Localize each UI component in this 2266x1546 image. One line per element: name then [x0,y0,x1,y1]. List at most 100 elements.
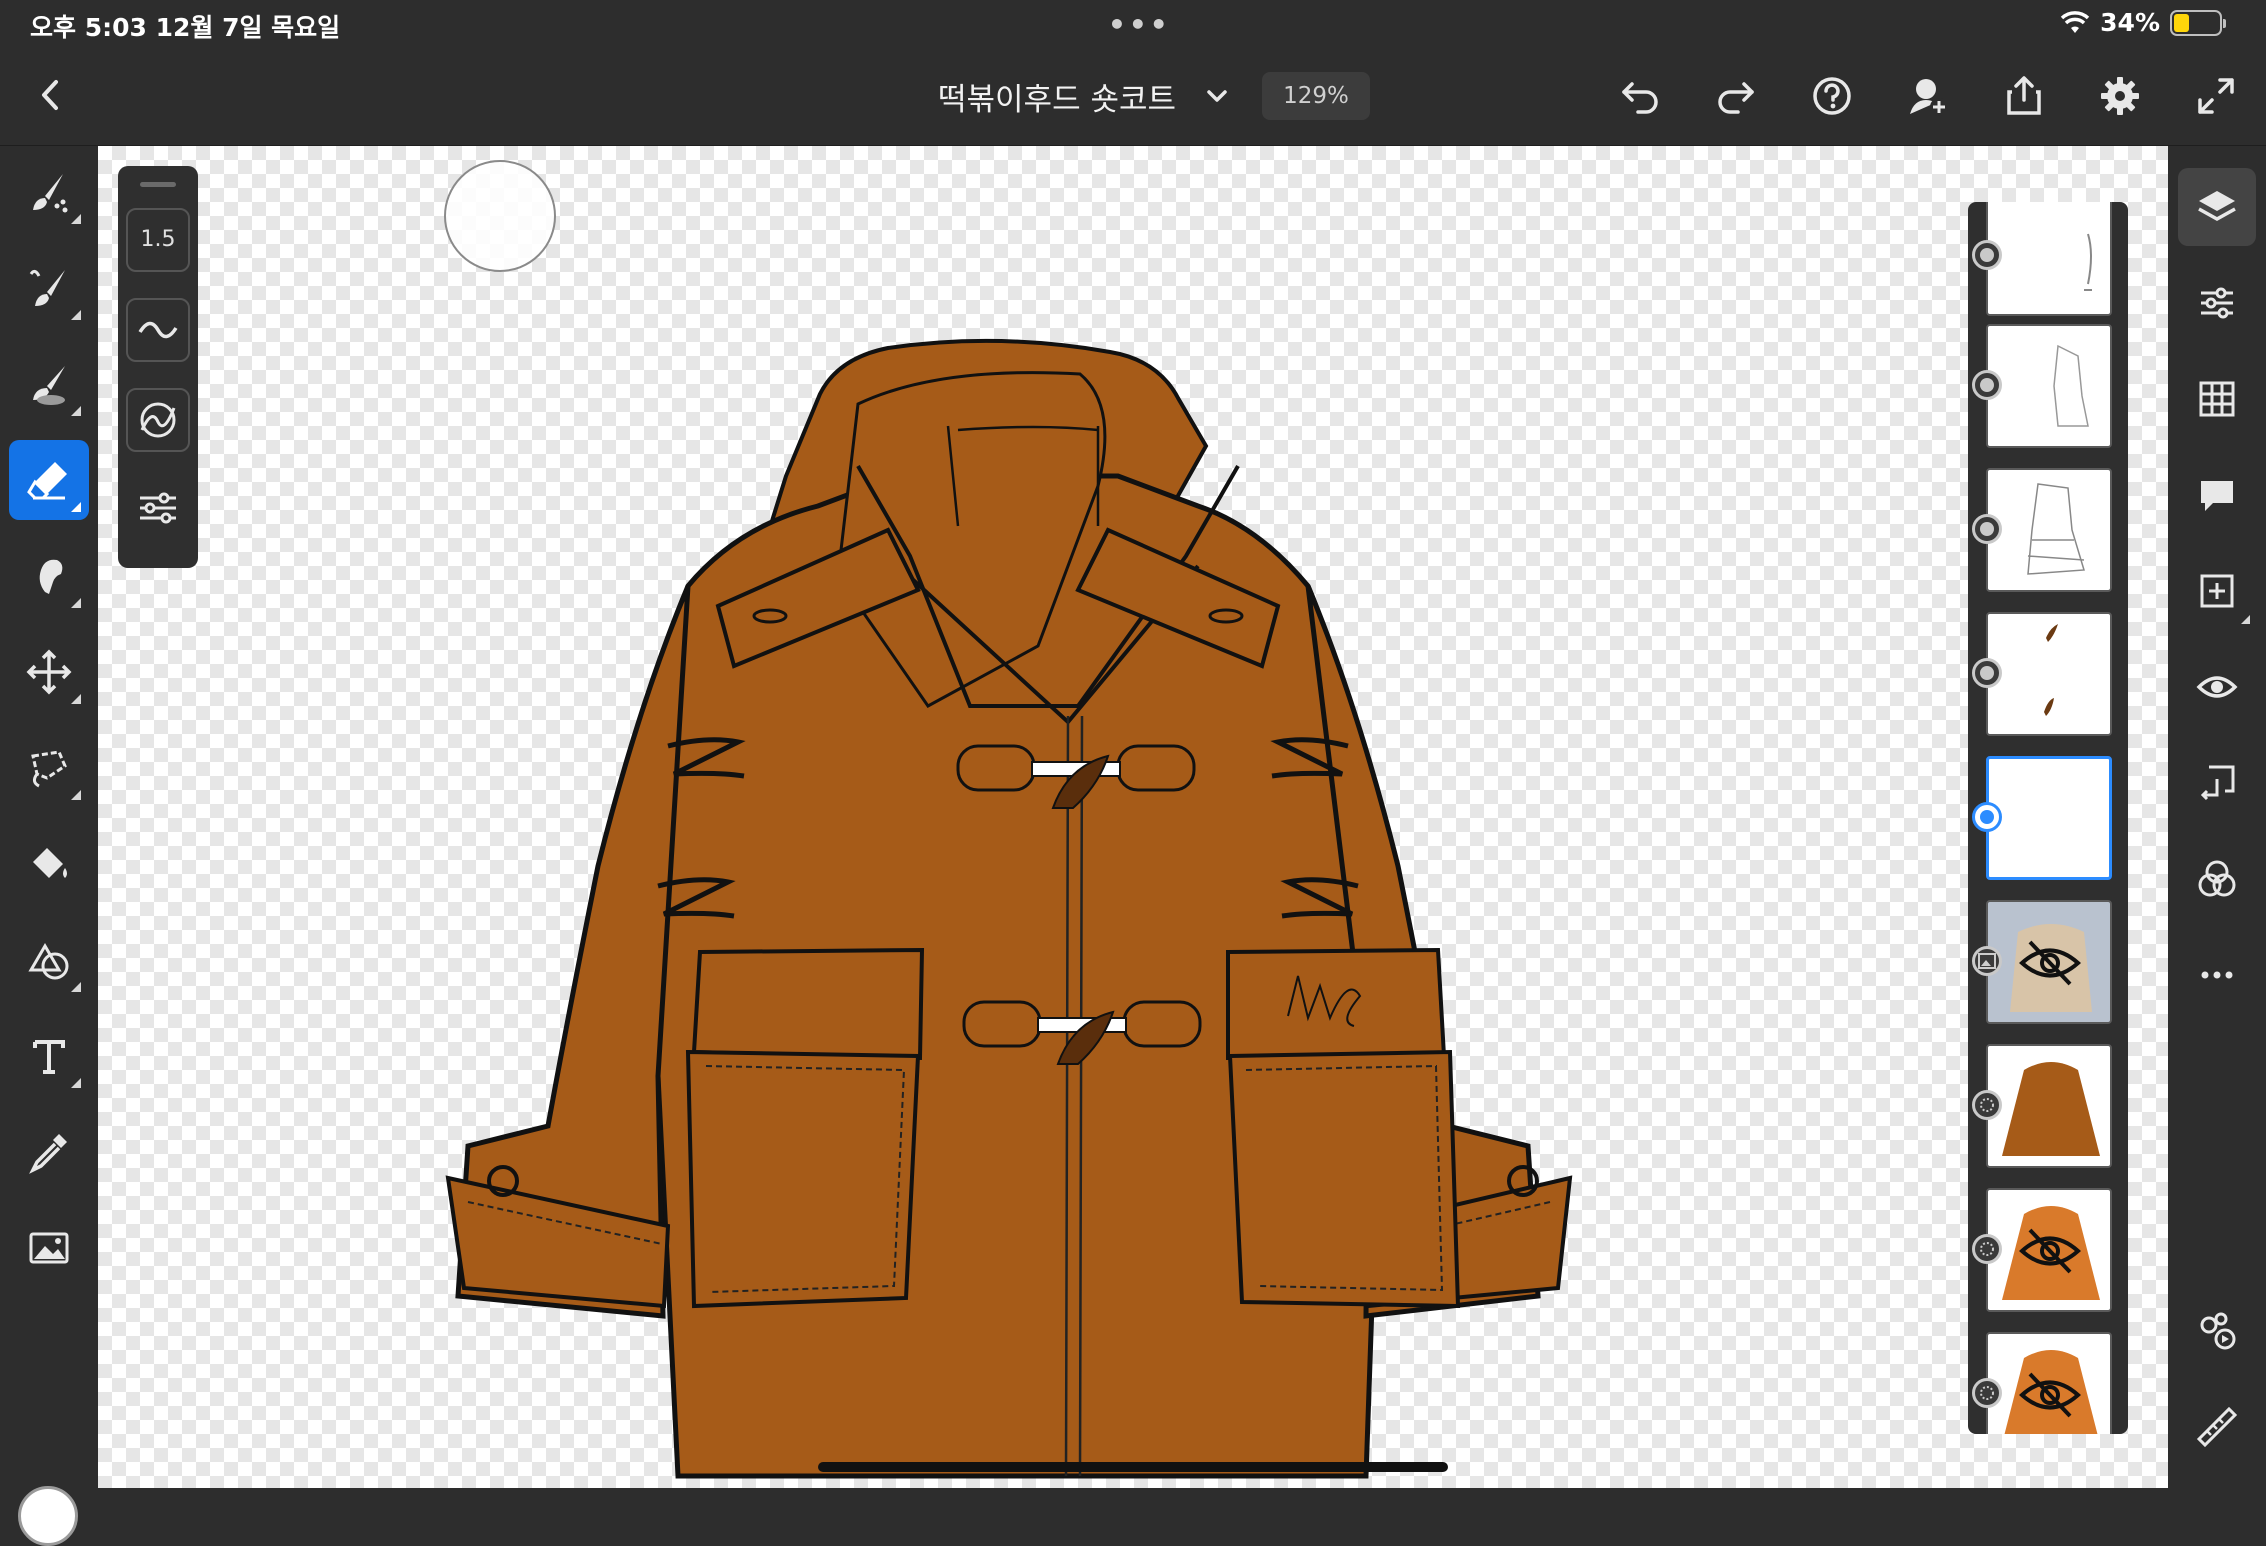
share-icon [2007,76,2041,115]
battery-fill [2174,13,2189,32]
chevron-down-icon [1207,90,1227,102]
hidden-eye-icon [2018,940,2082,986]
layer-mask-icon[interactable] [1972,1378,2002,1408]
adjustments-icon [2201,287,2233,319]
ruler-button[interactable] [2178,1388,2256,1466]
tool-pixel-brush[interactable] [9,248,89,328]
layer-mask-icon[interactable] [1972,1234,2002,1264]
adjustments-button[interactable] [2178,264,2256,342]
fullscreen-button[interactable] [2188,68,2244,124]
mask-icon [1980,1386,1994,1400]
left-tool-rail [0,146,98,1546]
status-bar: 오후 5:03 12월 7일 목요일 ••• 34% [0,0,2266,46]
text-icon [33,1040,65,1074]
layer-thumbnail-selected[interactable] [1986,756,2112,880]
image-layer-icon[interactable] [1972,946,2002,976]
home-indicator[interactable] [818,1462,1448,1472]
right-tool-rail [2168,146,2266,1488]
drawing-canvas[interactable] [98,146,2168,1488]
document-title[interactable]: 떡볶이후드 숏코트 [938,74,1176,119]
add-layer-icon [2200,574,2234,608]
layer-thumbnail[interactable] [1986,468,2112,592]
layer-preview [2044,624,2058,716]
multitasking-dots-icon[interactable]: ••• [1108,8,1171,41]
tool-paint-brush[interactable] [9,152,89,232]
comments-button[interactable] [2178,456,2256,534]
mixer-brush-icon [33,366,65,405]
current-color-swatch[interactable] [18,1486,78,1546]
help-button[interactable] [1804,68,1860,124]
eraser-icon [27,462,67,500]
layer-select-dot[interactable] [1972,240,2002,270]
layer-thumbnail[interactable] [1986,1188,2112,1312]
tool-eraser[interactable] [9,440,89,520]
add-layer-button[interactable] [2178,552,2256,630]
layer-select-dot[interactable] [1972,514,2002,544]
tool-text[interactable] [9,1016,89,1096]
gear-icon [2101,77,2139,115]
status-indicators: 34% [2060,8,2226,37]
back-button[interactable] [28,70,72,120]
tool-eyedropper[interactable] [9,1112,89,1192]
layer-thumbnail[interactable] [1986,900,2112,1024]
layer-thumbnail[interactable] [1986,1332,2112,1434]
more-options-button[interactable] [2178,936,2256,1014]
tool-smudge[interactable] [9,536,89,616]
blend-mode-button[interactable] [2178,840,2256,918]
tool-place-image[interactable] [9,1208,89,1288]
undo-button[interactable] [1612,68,1668,124]
add-person-icon [1910,79,1948,116]
hidden-eye-icon [2018,1228,2082,1274]
invite-button[interactable] [1900,68,1956,124]
layer-select-dot-selected[interactable] [1972,802,2002,832]
libraries-button[interactable] [2178,1292,2256,1370]
layers-icon [2198,191,2236,222]
share-button[interactable] [1996,68,2052,124]
brush-cursor-preview [444,160,556,272]
tool-move[interactable] [9,632,89,712]
grid-button[interactable] [2178,360,2256,438]
lasso-icon [31,750,67,788]
image-icon [1978,953,1996,969]
layer-mask-icon[interactable] [1972,1090,2002,1120]
smudge-icon [39,559,63,594]
tool-lasso[interactable] [9,728,89,808]
blend-icon [2198,860,2236,897]
eyedropper-icon [29,1134,67,1174]
layer-thumbnail[interactable] [1986,612,2112,736]
pixel-brush-icon [29,269,65,306]
panel-drag-handle[interactable] [140,182,176,187]
layer-thumbnail[interactable] [1986,324,2112,448]
layer-thumbnail[interactable] [1986,202,2112,316]
layer-thumbnail[interactable] [1986,1044,2112,1168]
paint-brush-icon [33,174,68,213]
redo-button[interactable] [1708,68,1764,124]
tool-fill[interactable] [9,824,89,904]
layers-button[interactable] [2178,168,2256,246]
tool-mixer-brush[interactable] [9,344,89,424]
visibility-button[interactable] [2178,648,2256,726]
brush-size-value[interactable]: 1.5 [126,208,190,272]
libraries-icon [2200,1312,2236,1350]
settings-button[interactable] [2092,68,2148,124]
sliders-icon [140,492,176,524]
brush-dynamics-button[interactable] [126,388,190,452]
fill-icon [33,848,67,878]
redo-icon [1718,82,1754,114]
merge-down-button[interactable] [2178,744,2256,822]
layer-select-dot[interactable] [1972,370,2002,400]
battery-percent: 34% [2100,8,2160,37]
brush-settings-panel: 1.5 [118,166,198,568]
smoothing-icon [138,321,178,339]
image-icon [29,1232,69,1264]
brush-settings-button[interactable] [126,476,190,540]
layer-select-dot[interactable] [1972,658,2002,688]
zoom-level[interactable]: 129% [1262,72,1370,120]
title-dropdown-button[interactable] [1200,80,1234,114]
help-icon [1813,77,1851,115]
tool-shape[interactable] [9,920,89,1000]
layer-preview [2053,344,2089,427]
coat-artwork [445,338,1573,1479]
mask-icon [1980,1242,1994,1256]
brush-smoothing-button[interactable] [126,298,190,362]
